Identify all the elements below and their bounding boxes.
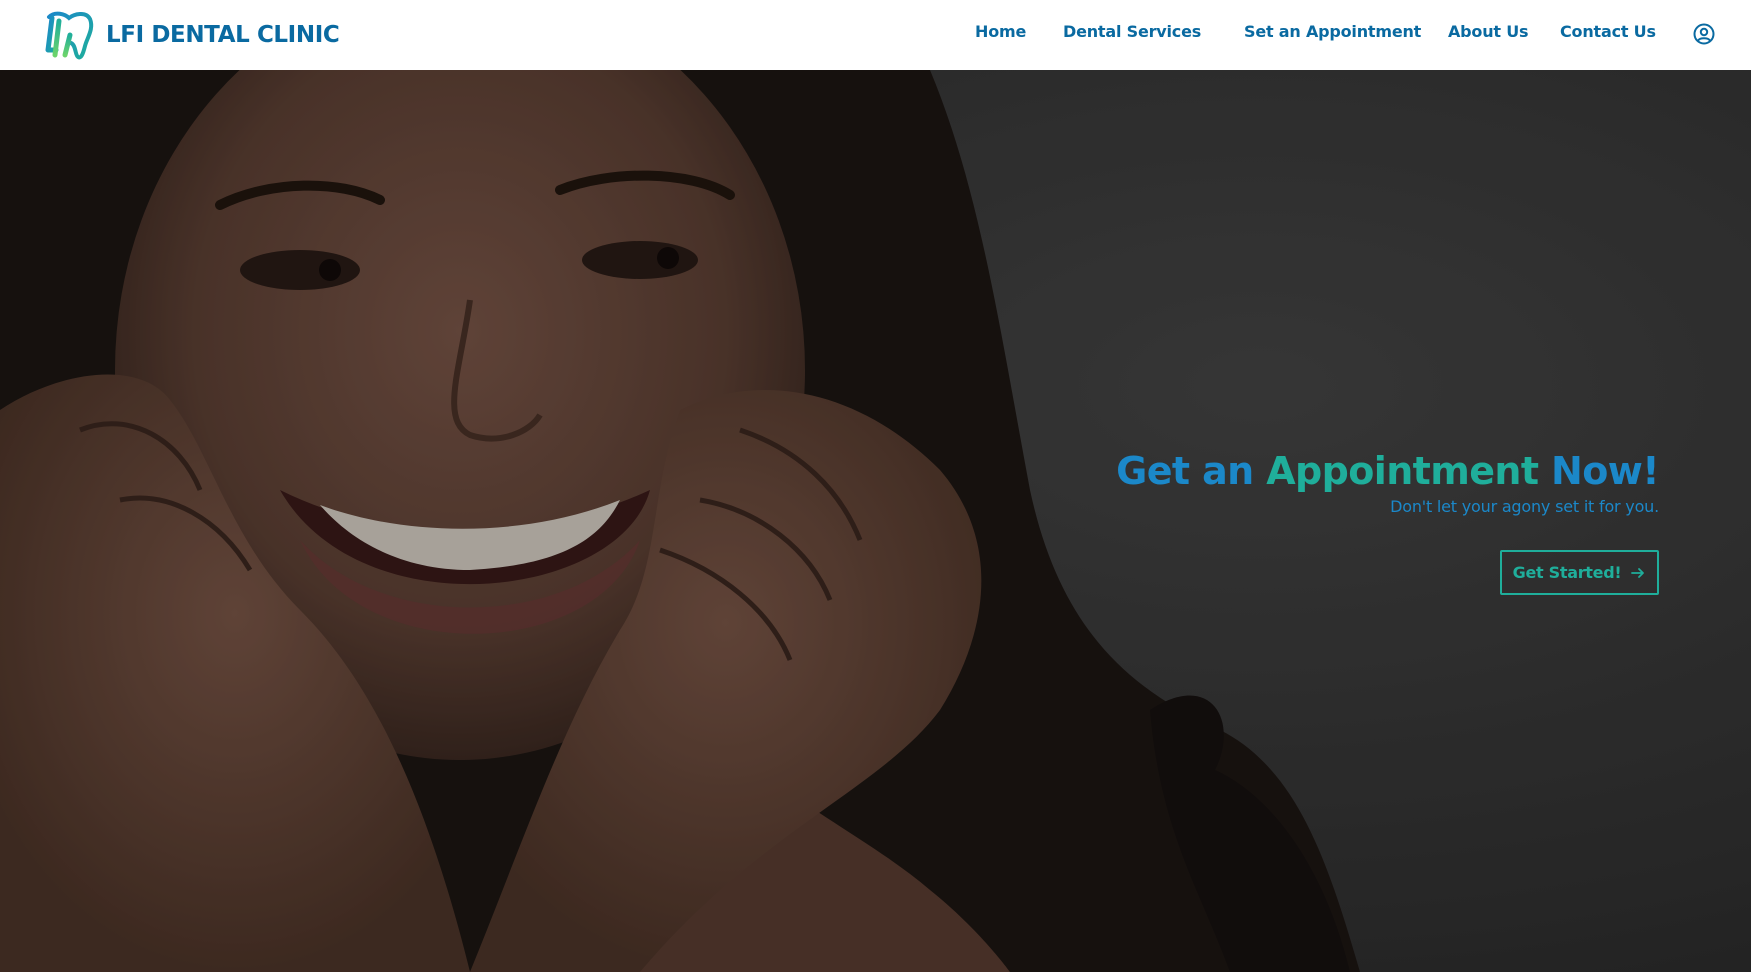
- brand-home-link[interactable]: LFI DENTAL CLINIC: [43, 9, 340, 61]
- cta-title-part1: Get an: [1116, 449, 1254, 493]
- nav-home-link[interactable]: Home: [975, 22, 1026, 41]
- hero-dark-overlay: [0, 70, 1751, 972]
- tooth-lf-logo-icon: [45, 11, 94, 60]
- cta-button-wrap: Get Started!: [1500, 448, 1659, 598]
- user-circle-icon[interactable]: [1692, 22, 1716, 46]
- brand-name: LFI DENTAL CLINIC: [106, 22, 340, 48]
- nav-dental-services-link[interactable]: Dental Services: [1063, 22, 1201, 41]
- cta-title-part2: Appointment: [1266, 449, 1539, 493]
- arrow-right-icon: [1631, 567, 1645, 578]
- top-navbar: LFI DENTAL CLINIC Home Dental Services S…: [3, 0, 1751, 70]
- nav-about-us-link[interactable]: About Us: [1448, 22, 1529, 41]
- nav-contact-us-link[interactable]: Contact Us: [1560, 22, 1656, 41]
- get-started-button[interactable]: Get Started!: [1500, 550, 1659, 595]
- hero-section: Get an Appointment Now! Don't let your a…: [0, 70, 1751, 972]
- get-started-label: Get Started!: [1512, 563, 1622, 582]
- nav-set-appointment-link[interactable]: Set an Appointment: [1244, 22, 1421, 41]
